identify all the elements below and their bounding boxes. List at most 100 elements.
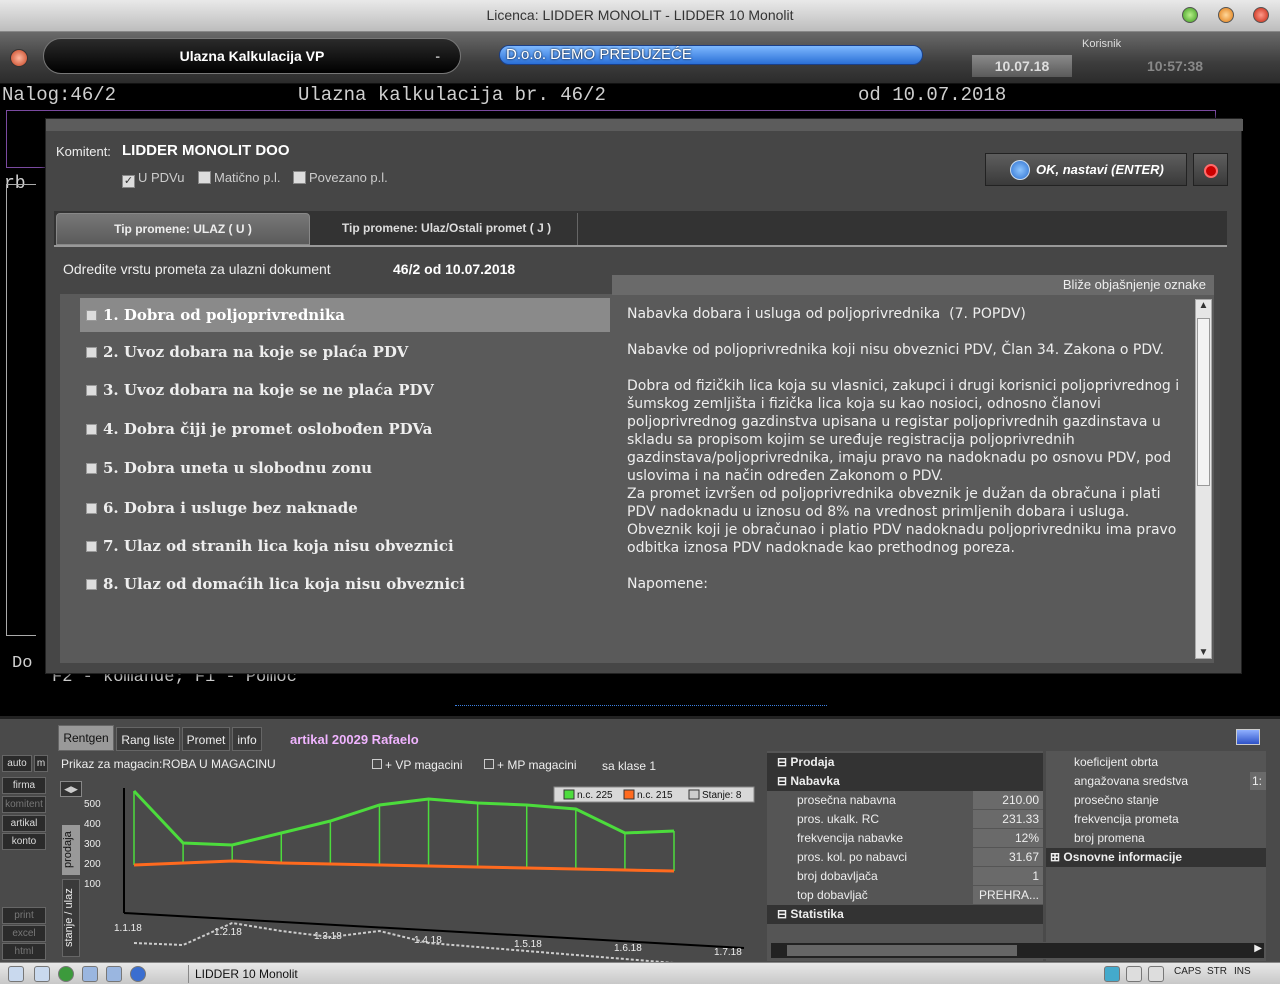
list-item[interactable]: 7. Ulaz od stranih lica koja nisu obvezn… (80, 529, 610, 563)
horizontal-scrollbar[interactable]: ▶ (770, 942, 1265, 959)
list-item[interactable]: 1. Dobra od poljoprivrednika (80, 298, 610, 332)
time-display: 10:57:38 (1146, 58, 1204, 74)
splitter[interactable] (455, 704, 827, 706)
property-value: 1 (973, 867, 1043, 885)
users-icon[interactable] (82, 966, 98, 982)
check-icon[interactable] (106, 966, 122, 982)
print-button[interactable]: print (2, 907, 46, 924)
ok-continue-button[interactable]: OK, nastavi (ENTER) (985, 153, 1187, 186)
komitent-label: Komitent: (56, 144, 111, 159)
item-label: 7. Ulaz od stranih lica koja nisu obvezn… (103, 537, 454, 555)
property-name: ⊟ Prodaja (777, 755, 835, 769)
cancel-button[interactable] (1193, 153, 1228, 186)
list-item[interactable]: 2. Uvoz dobara na koje se plaća PDV (80, 335, 610, 369)
checkbox-icon (86, 541, 97, 552)
vp-label: + VP magacini (385, 758, 463, 772)
y-tick-label: 300 (84, 839, 101, 850)
scroll-up-icon[interactable]: ▲ (1196, 300, 1211, 311)
y-tick-label: 100 (84, 879, 101, 890)
hscroll-thumb[interactable] (787, 945, 1017, 956)
section-header[interactable]: ⊞ Osnovne informacije (1046, 848, 1266, 867)
property-value: 210.00 (973, 791, 1043, 809)
property-name: top dobavljač (797, 888, 868, 902)
close-button[interactable] (1253, 7, 1269, 23)
property-row: koeficijent obrta (1046, 753, 1266, 772)
list-item[interactable]: 3. Uvoz dobara na koje se ne plaća PDV (80, 373, 610, 407)
property-name: ⊟ Nabavka (777, 774, 840, 788)
item-label: 8. Ulaz od domaćih lica koja nisu obvezn… (103, 575, 465, 593)
scroll-down-icon[interactable]: ▼ (1196, 647, 1211, 658)
checkbox-icon (86, 385, 97, 396)
property-name: angažovana sredstva (1074, 774, 1189, 788)
explanation-header: Bliže objašnjenje oznake (612, 275, 1214, 295)
minimize-button[interactable] (1182, 7, 1198, 23)
property-name: ⊞ Osnovne informacije (1050, 850, 1183, 864)
povezano-checkbox[interactable]: Povezano p.l. (293, 170, 388, 185)
html-button[interactable]: html (2, 943, 46, 960)
vp-checkbox[interactable]: + VP magacini (372, 758, 463, 772)
user-label: Korisnik (1082, 38, 1122, 50)
u-pdvu-checkbox[interactable]: ✓ U PDVu (122, 170, 184, 188)
item-label: 2. Uvoz dobara na koje se plaća PDV (103, 343, 409, 361)
scroll-right-icon[interactable]: ▶ (1254, 943, 1262, 954)
tab-info[interactable]: info (232, 727, 262, 751)
konto-button[interactable]: konto (2, 833, 46, 850)
section-header[interactable]: ⊟ Nabavka (767, 772, 1043, 791)
property-value: 231.33 (973, 810, 1043, 828)
tab-ulaz[interactable]: Tip promene: ULAZ ( U ) (56, 213, 310, 245)
analytics-panel: Rentgen Rang liste Promet info artikal 2… (0, 716, 1280, 963)
check-icon: ✓ (122, 175, 135, 188)
info-icon[interactable] (130, 966, 146, 982)
terminal-d-text: Do (12, 654, 33, 673)
prikaz-label: Prikaz za magacin:ROBA U MAGACINU (61, 757, 276, 771)
property-row: prosečno stanje (1046, 791, 1266, 810)
property-row: pros. kol. po nabavci 31.67 (767, 848, 1043, 867)
price-chart: 1002003004005001.1.18 1.2.18 1.3.18 1.4.18 1… (84, 786, 755, 963)
tab-stanje-ulaz[interactable]: stanje / ulaz (62, 879, 80, 957)
exit-icon[interactable] (10, 49, 28, 67)
properties-panel: ⊟ Prodaja ⊟ Nabavka prosečna nabavna 210.00… (767, 751, 1043, 961)
caps-indicator: CAPS (1174, 966, 1202, 977)
property-name: ⊟ Statistika (777, 907, 844, 921)
komitent-button[interactable]: komitent (2, 796, 46, 813)
property-row: frekvencija prometa (1046, 810, 1266, 829)
checkbox-icon (86, 310, 97, 321)
explanation-scrollbar[interactable]: ▲ ▼ (1195, 299, 1212, 659)
taskbar-app[interactable]: LIDDER 10 Monolit (188, 965, 298, 983)
list-item[interactable]: 5. Dobra uneta u slobodnu zonu (80, 451, 610, 485)
excel-button[interactable]: excel (2, 925, 46, 942)
auto-button[interactable]: auto (2, 755, 32, 772)
globe-icon[interactable] (58, 966, 74, 982)
scroll-thumb[interactable] (1197, 318, 1210, 486)
item-label: 5. Dobra uneta u slobodnu zonu (103, 459, 373, 477)
flag-icon (1104, 966, 1120, 982)
section-header[interactable]: ⊟ Statistika (767, 905, 1043, 924)
m-button[interactable]: m (34, 755, 48, 772)
monitor-icon[interactable] (1236, 729, 1260, 745)
tab-promet[interactable]: Promet (182, 727, 230, 751)
tab-prodaja[interactable]: prodaja (62, 825, 80, 875)
x-tick-label: 1.5.18 (514, 939, 542, 950)
chart-nav-arrows[interactable]: ◀▶ (60, 781, 82, 797)
maticno-checkbox[interactable]: Matično p.l. (198, 170, 280, 185)
artikal-button[interactable]: artikal (2, 815, 46, 832)
property-row: frekvencija nabavke 12% (767, 829, 1043, 848)
u-pdvu-label: U PDVu (138, 170, 185, 185)
tab-rentgen[interactable]: Rentgen (58, 725, 114, 751)
firma-button[interactable]: firma (2, 777, 46, 794)
section-header[interactable]: ⊟ Prodaja (767, 753, 1043, 772)
list-item[interactable]: 6. Dobra i usluge bez naknade (80, 491, 610, 525)
mp-checkbox[interactable]: + MP magacini (484, 758, 576, 772)
list-item[interactable]: 8. Ulaz od domaćih lica koja nisu obvezn… (80, 567, 610, 601)
bell-icon[interactable] (8, 966, 24, 982)
list-item[interactable]: 4. Dobra čiji je promet oslobođen PDVa (80, 412, 610, 446)
transaction-type-list: 1. Dobra od poljoprivrednika 2. Uvoz dob… (60, 294, 612, 663)
maximize-button[interactable] (1218, 7, 1234, 23)
play-icon (1010, 160, 1030, 180)
screen-icon (1148, 966, 1164, 982)
tab-rang-liste[interactable]: Rang liste (116, 727, 180, 751)
ins-indicator: INS (1234, 966, 1251, 977)
tab-ulaz-ostali[interactable]: Tip promene: Ulaz/Ostali promet ( J ) (316, 213, 578, 245)
property-name: prosečna nabavna (797, 793, 896, 807)
window-icon[interactable] (34, 966, 50, 982)
